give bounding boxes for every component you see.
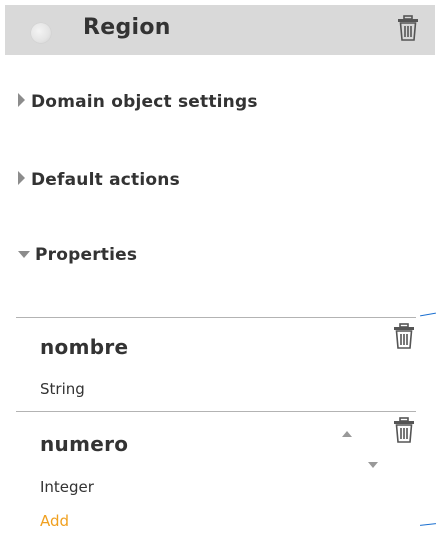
property-divider xyxy=(16,411,416,412)
caret-right-icon xyxy=(18,93,25,107)
section-label: Domain object settings xyxy=(31,92,258,112)
entity-title[interactable]: Region xyxy=(83,15,171,40)
section-default-actions[interactable]: Default actions xyxy=(18,170,180,190)
caret-down-icon xyxy=(18,251,30,258)
caret-right-icon xyxy=(18,171,25,185)
property-divider xyxy=(16,317,416,318)
delete-property-trash-icon[interactable] xyxy=(393,323,415,349)
delete-entity-trash-icon[interactable] xyxy=(397,15,419,41)
move-up-arrow-icon[interactable] xyxy=(342,431,352,437)
entity-header: Region xyxy=(5,5,435,55)
connector-line xyxy=(419,523,437,526)
connector-line xyxy=(420,312,436,317)
section-properties[interactable]: Properties xyxy=(18,245,137,265)
property-type: Integer xyxy=(40,478,94,496)
section-label: Properties xyxy=(35,245,138,265)
property-name[interactable]: nombre xyxy=(40,335,128,359)
add-property-link[interactable]: Add xyxy=(40,512,69,530)
entity-circle-icon[interactable] xyxy=(31,23,51,43)
section-domain-object-settings[interactable]: Domain object settings xyxy=(18,92,258,112)
property-type: String xyxy=(40,380,85,398)
section-label: Default actions xyxy=(31,170,180,190)
property-name[interactable]: numero xyxy=(40,432,128,456)
move-down-arrow-icon[interactable] xyxy=(368,462,378,468)
delete-property-trash-icon[interactable] xyxy=(393,417,415,443)
